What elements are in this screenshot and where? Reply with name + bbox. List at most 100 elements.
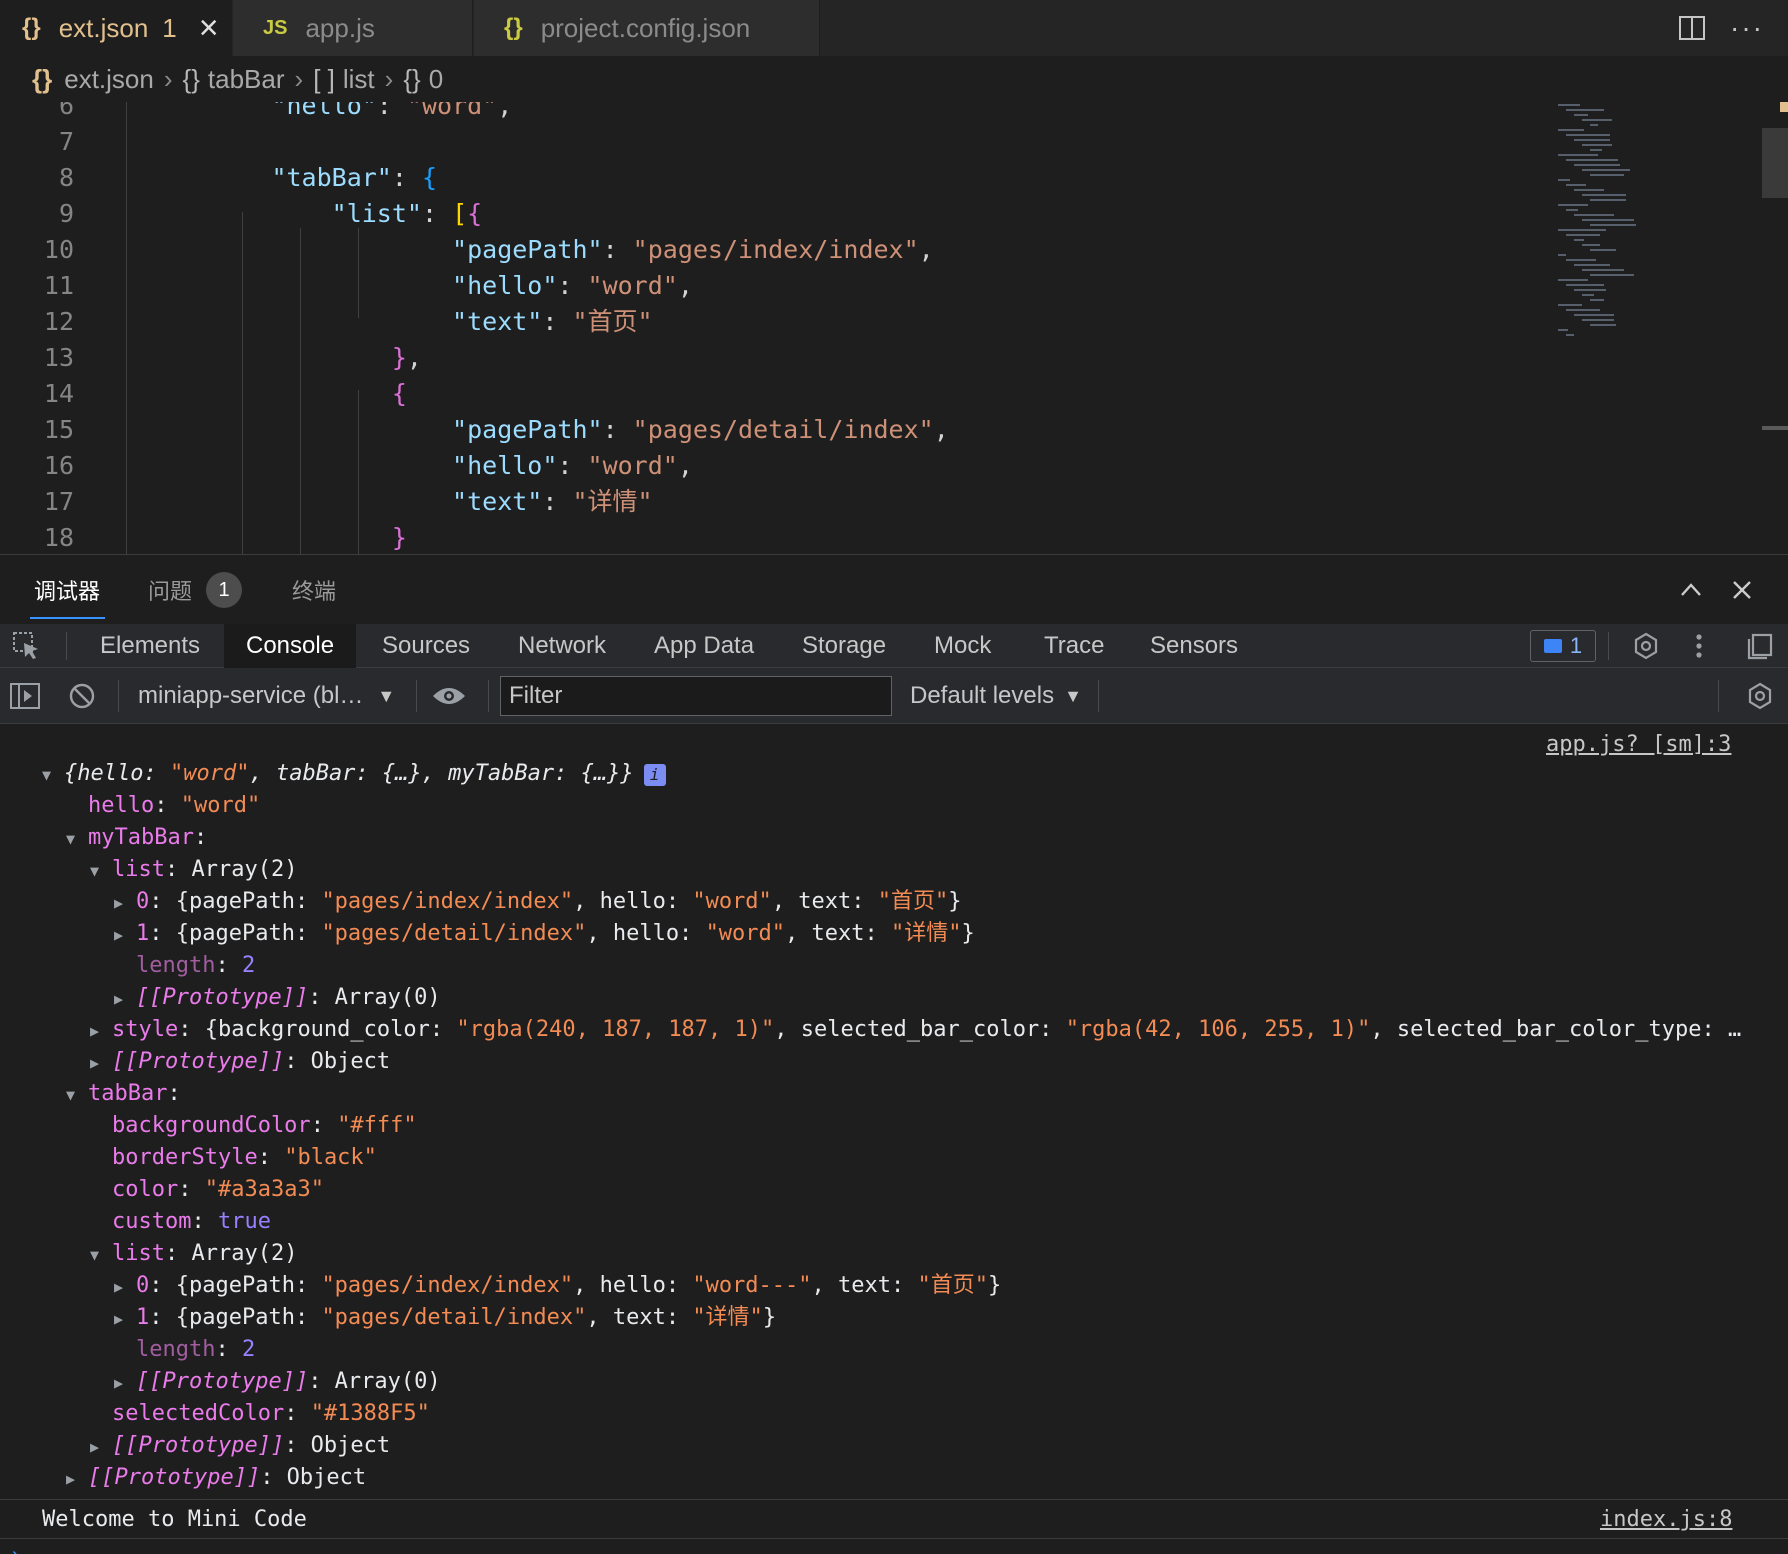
settings-icon[interactable] [1632, 624, 1660, 668]
minimap-line [1566, 184, 1586, 186]
tab-label: project.config.json [540, 12, 751, 43]
breadcrumb-item-0[interactable]: {} 0 [403, 64, 443, 95]
caret-right-icon[interactable]: ▶ [66, 1463, 88, 1495]
console-tree-row[interactable]: ▶ style: {background_color: "rgba(240, 18… [90, 1014, 1741, 1046]
devtools-tab-elements[interactable]: Elements [78, 624, 222, 668]
console-tree-row[interactable]: ▶ [[Prototype]]: Object [90, 1046, 390, 1078]
caret-right-icon[interactable]: ▶ [114, 1271, 136, 1303]
divider [1608, 632, 1609, 660]
devtools-tab-sensors[interactable]: Sensors [1128, 624, 1260, 668]
minimap-line [1566, 309, 1600, 311]
caret-down-icon[interactable]: ▼ [66, 1079, 88, 1111]
console-settings-icon[interactable] [1746, 668, 1774, 724]
caret-down-icon: ▼ [1064, 685, 1082, 706]
console-toolbar: miniapp-service (bl… ▼ Default levels ▼ [0, 668, 1788, 724]
tab-ext-json[interactable]: {} ext.json 1 × [0, 0, 232, 56]
console-output[interactable]: app.js? [sm]:3 ▼ {hello: "word", tabBar: … [0, 724, 1788, 1554]
minimap-line [1590, 124, 1598, 126]
json-file-icon: {} [22, 14, 41, 41]
breadcrumb-item-file[interactable]: {} ext.json [32, 64, 154, 95]
console-tree-row[interactable]: ▶ 0: {pagePath: "pages/index/index", hell… [114, 886, 962, 918]
devtools-tab-sources[interactable]: Sources [360, 624, 492, 668]
devtools-tab-mock[interactable]: Mock [912, 624, 1013, 668]
more-actions-icon[interactable]: ··· [1730, 0, 1764, 56]
caret-down-icon[interactable]: ▼ [90, 855, 112, 887]
console-tree-row: selectedColor: "#1388F5" [90, 1398, 430, 1430]
execution-context-select[interactable]: miniapp-service (bl… ▼ [138, 668, 395, 724]
console-tree-row[interactable]: ▼ list: Array(2) [90, 854, 297, 886]
tab-problems[interactable]: 问题 1 [148, 555, 243, 625]
breadcrumb-label: 0 [428, 63, 444, 94]
tab-terminal[interactable]: 终端 [292, 555, 336, 625]
problem-count-badge: 1 [206, 572, 243, 608]
caret-down-icon[interactable]: ▼ [42, 759, 64, 791]
caret-right-icon[interactable]: ▶ [114, 983, 136, 1015]
code-line: 16 "hello": "word", [0, 448, 1540, 484]
console-tree-row[interactable]: ▶ [[Prototype]]: Array(0) [114, 982, 441, 1014]
console-tree-row[interactable]: ▼ {hello: "word", tabBar: {…}, myTabBar: … [42, 758, 666, 790]
source-link-index-js[interactable]: index.js:8 [1600, 1504, 1732, 1536]
devtools-tab-storage[interactable]: Storage [780, 624, 908, 668]
console-prompt-icon[interactable]: › [12, 1544, 19, 1554]
minimap[interactable] [1552, 102, 1762, 462]
tab-app-js[interactable]: JS app.js [233, 0, 473, 56]
source-link-app-js[interactable]: app.js? [sm]:3 [1546, 732, 1731, 757]
divider [118, 680, 119, 712]
devtools-tab-trace[interactable]: Trace [1022, 624, 1126, 668]
caret-right-icon[interactable]: ▶ [90, 1015, 112, 1047]
caret-right-icon[interactable]: ▶ [90, 1047, 112, 1079]
console-tree-row[interactable]: ▶ [[Prototype]]: Object [90, 1430, 390, 1462]
console-tree-row[interactable]: ▶ [[Prototype]]: Array(0) [114, 1366, 441, 1398]
close-icon[interactable]: × [199, 11, 219, 45]
console-tree-row[interactable]: ▶ 1: {pagePath: "pages/detail/index", tex… [114, 1302, 776, 1334]
close-panel-icon[interactable] [1730, 555, 1754, 625]
console-tree-row[interactable]: ▶ [[Prototype]]: Object [66, 1462, 366, 1494]
breadcrumb-item-list[interactable]: [ ] list [313, 64, 374, 95]
devtools-tab-console[interactable]: Console [224, 624, 357, 668]
minimap-line [1582, 169, 1630, 171]
devtools-tab-app-data[interactable]: App Data [632, 624, 776, 668]
log-levels-select[interactable]: Default levels ▼ [910, 668, 1082, 724]
tab-label: app.js [305, 12, 375, 43]
minimap-line [1566, 159, 1618, 161]
split-editor-icon[interactable] [1678, 0, 1706, 56]
minimap-line [1566, 284, 1604, 286]
console-tree-row[interactable]: ▼ tabBar: [66, 1078, 181, 1110]
messages-badge[interactable]: 1 [1530, 630, 1596, 662]
caret-right-icon[interactable]: ▶ [114, 887, 136, 919]
caret-right-icon[interactable]: ▶ [90, 1431, 112, 1463]
inspect-icon[interactable] [12, 624, 42, 668]
scrollbar-thumb[interactable] [1762, 128, 1788, 198]
console-tree-row[interactable]: ▼ myTabBar: [66, 822, 207, 854]
line-number: 6 [58, 102, 74, 120]
minimap-line [1590, 224, 1636, 226]
tab-project-config-json[interactable]: {} project.config.json [474, 0, 820, 56]
caret-down-icon[interactable]: ▼ [66, 823, 88, 855]
caret-right-icon[interactable]: ▶ [114, 1367, 136, 1399]
eye-icon[interactable] [432, 668, 466, 724]
context-label: miniapp-service (bl… [138, 682, 364, 709]
console-tree-row[interactable]: ▶ 1: {pagePath: "pages/detail/index", hel… [114, 918, 975, 950]
line-number: 8 [58, 163, 74, 192]
more-options-icon[interactable] [1694, 624, 1704, 668]
code-line: 15 "pagePath": "pages/detail/index", [0, 412, 1540, 448]
clear-console-icon[interactable] [68, 668, 96, 724]
console-tree-row[interactable]: ▼ list: Array(2) [90, 1238, 297, 1270]
console-tree-row[interactable]: ▶ 0: {pagePath: "pages/index/index", hell… [114, 1270, 1001, 1302]
dock-side-icon[interactable] [1746, 624, 1774, 668]
sidebar-toggle-icon[interactable] [10, 668, 40, 724]
chevron-up-icon[interactable] [1678, 555, 1704, 625]
minimap-line [1566, 259, 1596, 261]
devtools-tab-network[interactable]: Network [496, 624, 628, 668]
caret-down-icon[interactable]: ▼ [90, 1239, 112, 1271]
breadcrumb-item-tabbar[interactable]: {} tabBar [183, 64, 285, 95]
code-editor[interactable]: 6 "hello": "word", 7 8 "tabBar": {9 "list"… [0, 102, 1788, 554]
tab-debugger[interactable]: 调试器 [34, 555, 100, 625]
divider [488, 680, 489, 712]
info-icon[interactable]: i [643, 764, 666, 786]
caret-right-icon[interactable]: ▶ [114, 1303, 136, 1335]
filter-input[interactable] [500, 676, 892, 716]
caret-right-icon[interactable]: ▶ [114, 919, 136, 951]
